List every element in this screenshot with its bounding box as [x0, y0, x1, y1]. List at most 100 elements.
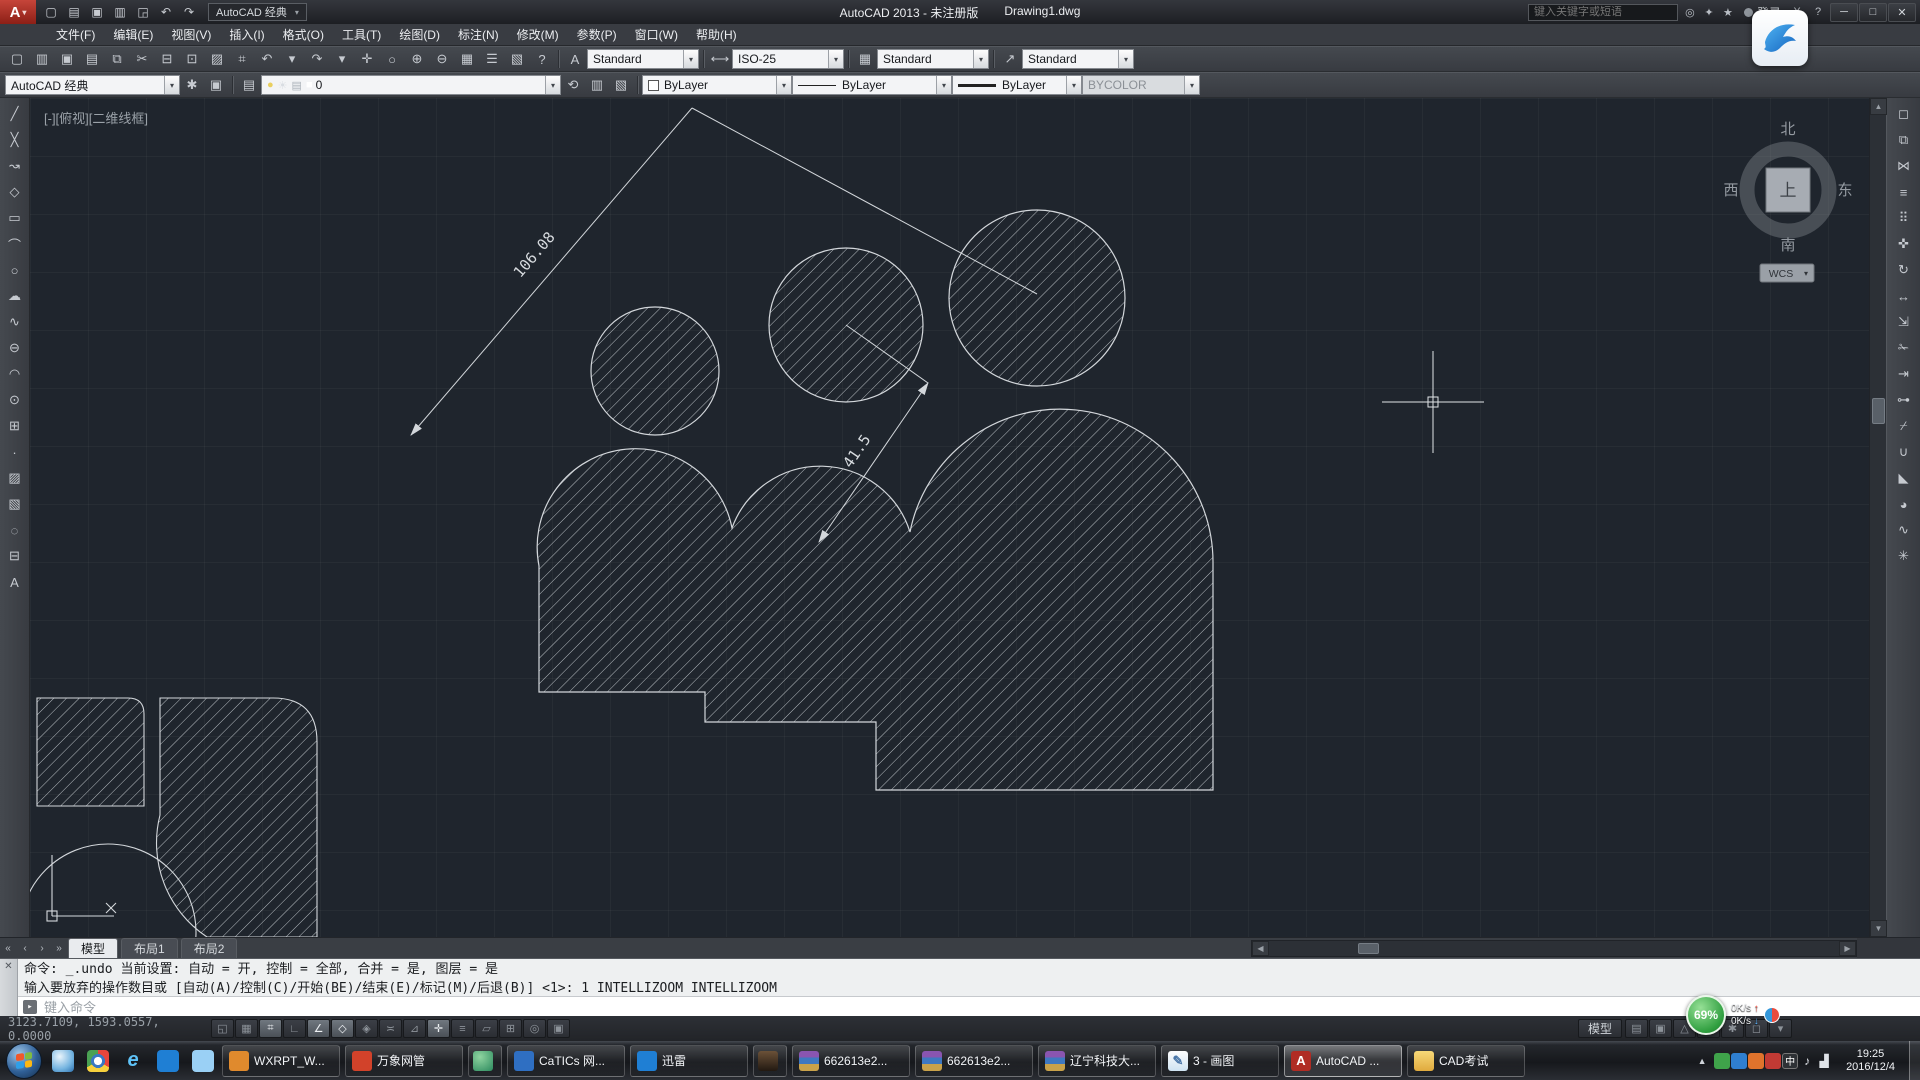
- modify-tool-icon[interactable]: ◕: [1891, 491, 1917, 517]
- modify-tool-icon[interactable]: ↔: [1891, 283, 1917, 309]
- layout-tab[interactable]: 模型: [68, 938, 118, 958]
- draw-tool-icon[interactable]: ☁: [2, 283, 28, 309]
- tray-icon[interactable]: [1748, 1053, 1764, 1069]
- toolbar-button-icon[interactable]: ▦: [455, 48, 479, 70]
- mleader-style-combo[interactable]: Standard ▾: [1022, 49, 1134, 69]
- taskbar-quick-launch-icon[interactable]: [83, 1046, 113, 1076]
- workspace-switcher-titlebar[interactable]: AutoCAD 经典 ▾: [208, 3, 307, 21]
- thunder-floating-window[interactable]: [1752, 10, 1808, 66]
- status-toggle-button[interactable]: ≡: [451, 1019, 474, 1038]
- modify-tool-icon[interactable]: ◣: [1891, 465, 1917, 491]
- menu-item[interactable]: 修改(M): [509, 24, 567, 45]
- linetype-combo[interactable]: ByLayer ▾: [792, 75, 952, 95]
- vertical-scroll-thumb[interactable]: [1872, 398, 1885, 424]
- hatched-figure[interactable]: [537, 210, 1213, 790]
- chevron-down-icon[interactable]: ▾: [776, 76, 791, 94]
- layer-isolate-icon[interactable]: ▥: [585, 74, 609, 96]
- status-toggle-button[interactable]: ◱: [211, 1019, 234, 1038]
- qat-button-icon[interactable]: ◲: [132, 2, 154, 22]
- window-control-button[interactable]: ─: [1830, 3, 1858, 22]
- status-toggle-button[interactable]: ⊞: [499, 1019, 522, 1038]
- color-combo[interactable]: ByLayer ▾: [642, 75, 792, 95]
- toolbar-button-icon[interactable]: ✂: [130, 48, 154, 70]
- menu-item[interactable]: 帮助(H): [688, 24, 745, 45]
- optimizer-ball[interactable]: 69%: [1686, 995, 1726, 1035]
- model-space-canvas[interactable]: [-][俯视][二维线框]: [30, 98, 1869, 937]
- toolbar-button-icon[interactable]: ⊕: [405, 48, 429, 70]
- modify-tool-icon[interactable]: ↻: [1891, 257, 1917, 283]
- coordinates-readout[interactable]: 3123.7109, 1593.0557, 0.0000: [8, 1015, 208, 1043]
- draw-tool-icon[interactable]: ▨: [2, 465, 28, 491]
- toolbar-button-icon[interactable]: ⧉: [105, 48, 129, 70]
- tray-icon[interactable]: ♪: [1799, 1053, 1815, 1069]
- draw-tool-icon[interactable]: ▭: [2, 205, 28, 231]
- toolbar-button-icon[interactable]: ▾: [330, 48, 354, 70]
- chevron-down-icon[interactable]: ▾: [973, 50, 988, 68]
- draw-tool-icon[interactable]: ⊙: [2, 387, 28, 413]
- draw-tool-icon[interactable]: ↝: [2, 153, 28, 179]
- tray-icon[interactable]: [1765, 1053, 1781, 1069]
- tray-icon[interactable]: [1714, 1053, 1730, 1069]
- infocenter-icon[interactable]: ★: [1719, 3, 1737, 21]
- tray-icon[interactable]: ▟: [1816, 1053, 1832, 1069]
- layout-tab[interactable]: 布局2: [181, 938, 238, 958]
- menu-item[interactable]: 标注(N): [450, 24, 507, 45]
- menu-item[interactable]: 窗口(W): [627, 24, 686, 45]
- status-toggle-button[interactable]: ▱: [475, 1019, 498, 1038]
- window-control-button[interactable]: □: [1859, 3, 1887, 22]
- taskbar-app-button[interactable]: A AutoCAD ...: [1284, 1045, 1402, 1077]
- menu-item[interactable]: 工具(T): [334, 24, 389, 45]
- lineweight-combo[interactable]: ByLayer ▾: [952, 75, 1082, 95]
- taskbar-app-button[interactable]: ✎ 3 - 画图: [1161, 1045, 1279, 1077]
- modify-tool-icon[interactable]: ∿: [1891, 517, 1917, 543]
- chevron-down-icon[interactable]: ▾: [1066, 76, 1081, 94]
- status-toggle-button[interactable]: ◈: [355, 1019, 378, 1038]
- scroll-up-icon[interactable]: ▲: [1870, 98, 1887, 115]
- save-workspace-icon[interactable]: ▣: [204, 74, 228, 96]
- chevron-down-icon[interactable]: ▾: [683, 50, 698, 68]
- chevron-down-icon[interactable]: ▾: [828, 50, 843, 68]
- status-toggle-button[interactable]: ◎: [523, 1019, 546, 1038]
- dim-style-combo[interactable]: ISO-25 ▾: [732, 49, 844, 69]
- chevron-down-icon[interactable]: ▾: [1118, 50, 1133, 68]
- horizontal-scrollbar[interactable]: ◀ ▶: [1251, 940, 1857, 957]
- wcs-badge[interactable]: WCS ▾: [1760, 264, 1814, 282]
- status-toggle-button[interactable]: ∠: [307, 1019, 330, 1038]
- toolbar-button-icon[interactable]: ⊖: [430, 48, 454, 70]
- status-icon-button[interactable]: ▤: [1625, 1019, 1648, 1038]
- close-icon[interactable]: ✕: [4, 961, 12, 1016]
- scroll-right-icon[interactable]: ▶: [1839, 941, 1856, 956]
- menu-item[interactable]: 格式(O): [275, 24, 332, 45]
- chevron-down-icon[interactable]: ▾: [545, 76, 560, 94]
- layer-previous-icon[interactable]: ⟲: [561, 74, 585, 96]
- taskbar-app-button[interactable]: CAD考试: [1407, 1045, 1525, 1077]
- taskbar-app-button[interactable]: [753, 1045, 787, 1077]
- draw-tool-icon[interactable]: ∿: [2, 309, 28, 335]
- modify-tool-icon[interactable]: ⌿: [1891, 413, 1917, 439]
- toolbar-button-icon[interactable]: ▣: [55, 48, 79, 70]
- security-ball-icon[interactable]: [1764, 1007, 1780, 1023]
- command-input[interactable]: ▸ 键入命令: [18, 996, 1920, 1016]
- modify-tool-icon[interactable]: ⋈: [1891, 153, 1917, 179]
- draw-tool-icon[interactable]: ⌒: [2, 231, 28, 257]
- tab-nav-icon[interactable]: ‹: [17, 943, 33, 954]
- toolbar-button-icon[interactable]: ↶: [255, 48, 279, 70]
- modify-tool-icon[interactable]: ✳: [1891, 543, 1917, 569]
- toolbar-button-icon[interactable]: ?: [530, 48, 554, 70]
- taskbar-app-button[interactable]: WXRPT_W...: [222, 1045, 340, 1077]
- toolbar-button-icon[interactable]: ☰: [480, 48, 504, 70]
- vertical-scrollbar[interactable]: ▲ ▼: [1869, 98, 1886, 937]
- taskbar-app-button[interactable]: 662613e2...: [792, 1045, 910, 1077]
- modify-tool-icon[interactable]: ⇥: [1891, 361, 1917, 387]
- tray-icon[interactable]: 中: [1782, 1053, 1798, 1069]
- modify-tool-icon[interactable]: ≡: [1891, 179, 1917, 205]
- chevron-down-icon[interactable]: ▾: [164, 76, 179, 94]
- status-toggle-button[interactable]: ▣: [547, 1019, 570, 1038]
- window-control-button[interactable]: ✕: [1888, 3, 1916, 22]
- menu-item[interactable]: 插入(I): [221, 24, 272, 45]
- qat-button-icon[interactable]: ▣: [86, 2, 108, 22]
- qat-button-icon[interactable]: ↷: [178, 2, 200, 22]
- status-toggle-button[interactable]: ⊿: [403, 1019, 426, 1038]
- layout-tab[interactable]: 布局1: [121, 938, 178, 958]
- draw-tool-icon[interactable]: ◌: [2, 517, 28, 543]
